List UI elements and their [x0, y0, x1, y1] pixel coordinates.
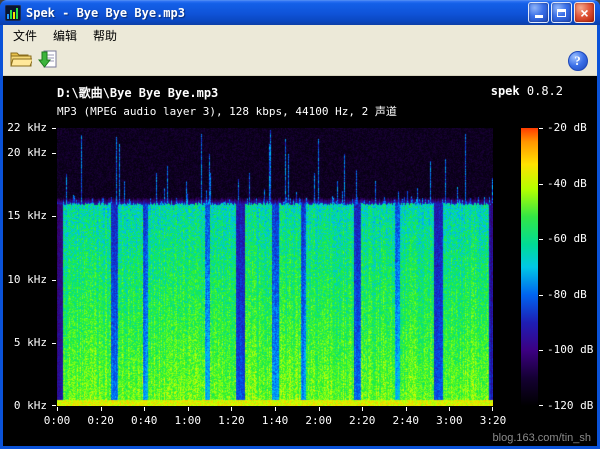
- time-axis-tick: [406, 407, 407, 411]
- menu-edit[interactable]: 编辑: [45, 24, 85, 47]
- format-info-label: MP3 (MPEG audio layer 3), 128 kbps, 4410…: [57, 103, 397, 119]
- title-bar[interactable]: Spek - Bye Bye Bye.mp3 ×: [0, 0, 600, 25]
- time-axis-label: 0:20: [79, 414, 123, 427]
- db-axis-tick: [539, 239, 543, 240]
- time-axis-tick: [188, 407, 189, 411]
- time-axis-tick: [101, 407, 102, 411]
- save-button[interactable]: [34, 48, 61, 74]
- time-axis-tick: [231, 407, 232, 411]
- freq-axis-label: 15 kHz: [3, 209, 47, 222]
- freq-axis-label: 0 kHz: [3, 399, 47, 412]
- app-name: spek: [491, 84, 520, 98]
- freq-axis-tick: [52, 128, 56, 129]
- db-axis-tick: [539, 405, 543, 406]
- db-axis-tick: [539, 128, 543, 129]
- time-axis-tick: [319, 407, 320, 411]
- minimize-button[interactable]: [528, 2, 549, 23]
- time-axis-label: 2:40: [384, 414, 428, 427]
- freq-axis-tick: [52, 405, 56, 406]
- toolbar: ?: [3, 46, 597, 76]
- time-axis-tick: [57, 407, 58, 411]
- menu-file[interactable]: 文件: [5, 24, 45, 47]
- open-file-button[interactable]: [7, 48, 34, 74]
- db-axis-tick: [539, 184, 543, 185]
- save-icon: [38, 49, 58, 72]
- db-axis-label: -100 dB: [547, 343, 593, 356]
- maximize-button[interactable]: [551, 2, 572, 23]
- minimize-icon: [535, 15, 543, 18]
- client-area: D:\歌曲\Bye Bye Bye.mp3 spek 0.8.2 MP3 (MP…: [3, 76, 597, 446]
- time-axis-label: 2:00: [297, 414, 341, 427]
- time-axis-label: 3:20: [471, 414, 515, 427]
- time-axis-label: 1:20: [209, 414, 253, 427]
- freq-axis-tick: [52, 343, 56, 344]
- app-icon: [5, 5, 21, 21]
- db-axis-tick: [539, 295, 543, 296]
- freq-axis-label: 20 kHz: [3, 146, 47, 159]
- spectrogram-canvas: [57, 128, 493, 406]
- db-axis-label: -80 dB: [547, 288, 587, 301]
- menu-bar: 文件 编辑 帮助: [3, 25, 597, 46]
- maximize-icon: [557, 9, 566, 17]
- time-axis-tick: [492, 407, 493, 411]
- time-axis-tick: [449, 407, 450, 411]
- db-axis-tick: [539, 350, 543, 351]
- time-axis-label: 0:00: [35, 414, 79, 427]
- time-axis-tick: [362, 407, 363, 411]
- help-button[interactable]: ?: [566, 48, 593, 74]
- app-version-number: 0.8.2: [527, 84, 563, 98]
- window-title: Spek - Bye Bye Bye.mp3: [26, 6, 526, 20]
- time-axis-label: 3:00: [427, 414, 471, 427]
- freq-axis-label: 5 kHz: [3, 336, 47, 349]
- close-button[interactable]: ×: [574, 2, 595, 23]
- time-axis-tick: [144, 407, 145, 411]
- help-icon: ?: [568, 51, 588, 71]
- freq-axis-tick: [52, 280, 56, 281]
- time-axis-label: 0:40: [122, 414, 166, 427]
- freq-axis-tick: [52, 153, 56, 154]
- db-axis-label: -120 dB: [547, 399, 593, 412]
- open-folder-icon: [10, 50, 32, 71]
- db-axis-label: -40 dB: [547, 177, 587, 190]
- app-window: Spek - Bye Bye Bye.mp3 × 文件 编辑 帮助: [0, 0, 600, 449]
- freq-axis-tick: [52, 216, 56, 217]
- time-axis-tick: [275, 407, 276, 411]
- file-path-label: D:\歌曲\Bye Bye Bye.mp3: [57, 84, 218, 101]
- window-body: 文件 编辑 帮助: [3, 25, 597, 446]
- db-axis-label: -60 dB: [547, 232, 587, 245]
- time-axis-label: 1:00: [166, 414, 210, 427]
- freq-axis-label: 22 kHz: [3, 121, 47, 134]
- db-axis-label: -20 dB: [547, 121, 587, 134]
- watermark-text: blog.163.com/tin_sh: [493, 432, 591, 444]
- menu-help[interactable]: 帮助: [85, 24, 125, 47]
- time-axis-label: 1:40: [253, 414, 297, 427]
- app-version-label: spek 0.8.2: [491, 84, 563, 98]
- time-axis-label: 2:20: [340, 414, 384, 427]
- db-legend-bar: [521, 128, 538, 406]
- freq-axis-label: 10 kHz: [3, 273, 47, 286]
